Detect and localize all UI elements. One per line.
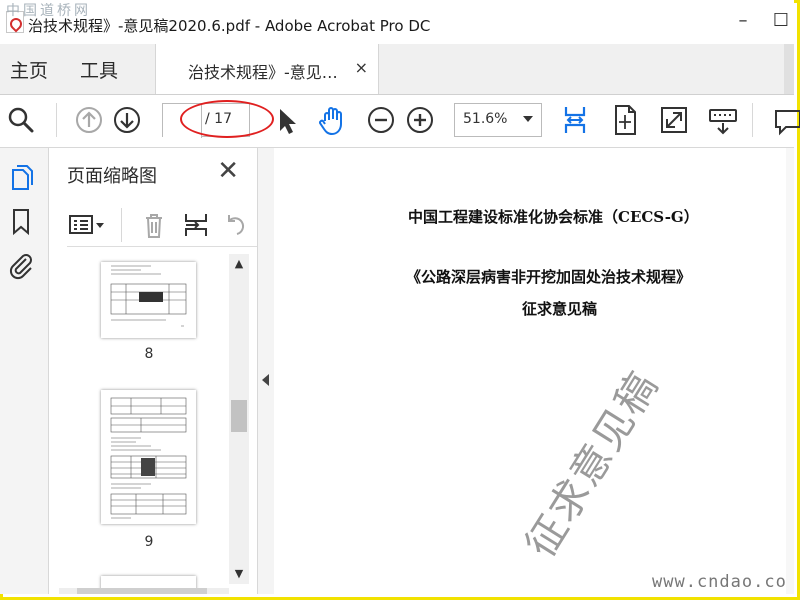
trash-icon[interactable]	[139, 210, 169, 240]
panel-splitter[interactable]	[257, 148, 275, 594]
minimize-button[interactable]: –	[728, 8, 758, 34]
page-thumbnails-icon[interactable]	[6, 162, 36, 192]
scroll-down-icon[interactable]: ▼	[233, 568, 245, 580]
thumbnail-options-icon[interactable]	[67, 210, 107, 240]
tab-tools[interactable]: 工具	[80, 56, 118, 83]
draft-stamp: 征求意见稿	[517, 363, 668, 566]
document-scrollbar[interactable]	[786, 148, 794, 594]
page-thumbnails-panel: 页面缩略图 ✕ 8 9 ▲ ▼	[49, 148, 257, 594]
tab-close-button[interactable]: ×	[355, 58, 368, 77]
zoom-out-icon[interactable]	[364, 103, 398, 137]
restore-button[interactable]: ☐	[766, 8, 796, 34]
thumbnail-scrollbar[interactable]: ▲ ▼	[229, 254, 249, 584]
hand-tool-icon[interactable]	[316, 103, 350, 137]
zoom-value: 51.6%	[463, 111, 508, 127]
doc-heading-standard: 中国工程建设标准化协会标准（CECS-G）	[408, 208, 699, 226]
horizontal-scrollbar[interactable]	[59, 588, 229, 594]
thumbnail-page-label: 8	[144, 346, 154, 362]
fit-width-icon[interactable]	[558, 103, 592, 137]
collapse-panel-icon[interactable]	[262, 374, 269, 386]
undo-icon[interactable]	[217, 210, 247, 240]
select-arrow-icon[interactable]	[270, 103, 304, 137]
left-navigation-rail	[0, 148, 49, 594]
chevron-down-icon	[523, 116, 533, 122]
toolbar-separator	[752, 103, 753, 137]
panel-separator	[121, 208, 122, 242]
next-page-icon[interactable]	[110, 103, 144, 137]
keyboard-tools-icon[interactable]	[706, 103, 740, 137]
zoom-dropdown[interactable]: 51.6%	[454, 103, 542, 137]
site-watermark-bottom: www.cndao.com	[652, 572, 794, 592]
toolbar: / 17 51.6%	[0, 95, 800, 148]
panel-title: 页面缩略图	[67, 166, 157, 187]
toolbar-separator	[56, 103, 57, 137]
tab-document[interactable]: 治技术规程》-意见… ×	[155, 44, 379, 94]
page-thumbnail-8[interactable]	[101, 262, 196, 338]
comment-icon[interactable]	[772, 103, 800, 137]
tab-home[interactable]: 主页	[10, 56, 48, 83]
tab-scrollbar[interactable]	[784, 44, 794, 94]
panel-close-button[interactable]: ✕	[217, 156, 239, 186]
thumbnail-page-label: 9	[144, 534, 154, 550]
zoom-in-icon[interactable]	[403, 103, 437, 137]
insert-pages-icon[interactable]	[181, 210, 211, 240]
window-title: 治技术规程》-意见稿2020.6.pdf - Adobe Acrobat Pro…	[28, 17, 431, 35]
doc-heading-title: 《公路深层病害非开挖加固处治技术规程》	[406, 268, 692, 286]
document-view[interactable]: 中国工程建设标准化协会标准（CECS-G） 《公路深层病害非开挖加固处治技术规程…	[274, 148, 794, 594]
title-bar: 中国道桥网 治技术规程》-意见稿2020.6.pdf - Adobe Acrob…	[0, 0, 794, 44]
search-icon[interactable]	[4, 103, 38, 137]
annotation-ellipse	[180, 100, 274, 138]
bookmark-icon[interactable]	[6, 206, 36, 236]
panel-toolbar	[67, 206, 257, 247]
fit-page-icon[interactable]	[608, 103, 642, 137]
previous-page-icon[interactable]	[72, 103, 106, 137]
thumbnail-list: 8 9	[49, 254, 231, 594]
full-screen-icon[interactable]	[657, 103, 691, 137]
scroll-up-icon[interactable]: ▲	[233, 258, 245, 270]
scrollbar-thumb[interactable]	[231, 400, 247, 432]
tab-document-label: 治技术规程》-意见…	[188, 63, 338, 82]
horizontal-scrollbar-thumb[interactable]	[77, 588, 207, 594]
doc-heading-draft: 征求意见稿	[522, 300, 598, 318]
page-thumbnail-9[interactable]	[101, 390, 196, 524]
attachment-icon[interactable]	[6, 250, 36, 280]
tab-bar: 主页 工具 治技术规程》-意见… ×	[0, 44, 794, 95]
